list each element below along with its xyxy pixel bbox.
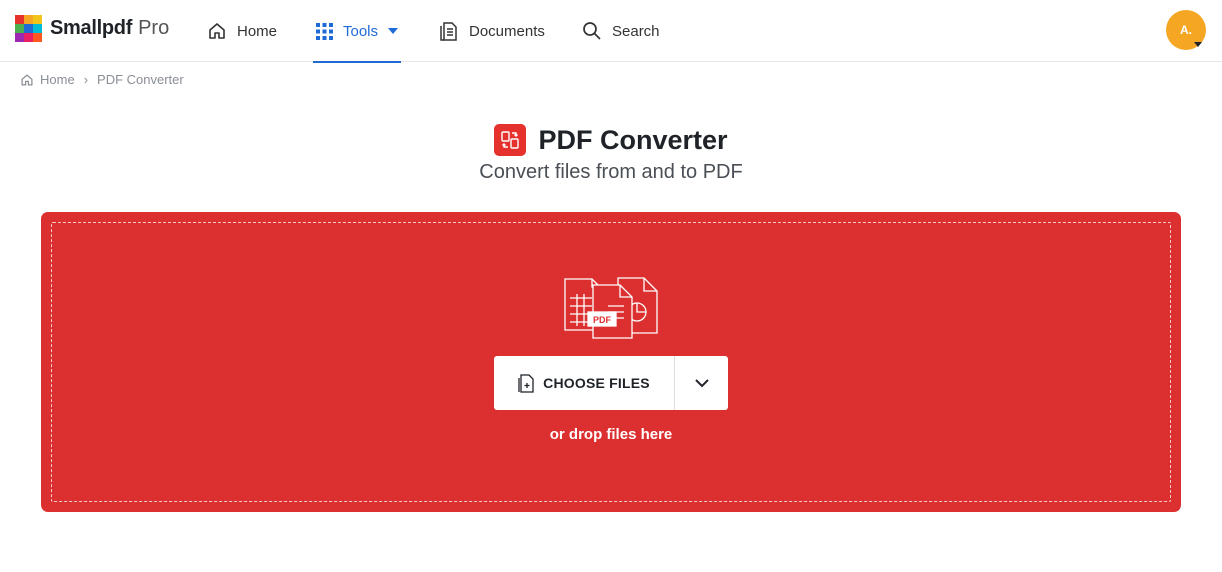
pdf-badge-label: PDF bbox=[593, 315, 611, 325]
file-dropzone[interactable]: PDF CHOOSE FILES or drop files here bbox=[41, 212, 1181, 512]
choose-files-button[interactable]: CHOOSE FILES bbox=[494, 356, 674, 410]
search-icon bbox=[583, 22, 601, 40]
active-tab-indicator bbox=[313, 61, 401, 63]
breadcrumb-separator: › bbox=[83, 72, 89, 87]
brand-name: Smallpdf bbox=[50, 17, 133, 39]
top-navbar: Smallpdf Pro Home Tools Documents Search bbox=[0, 0, 1222, 63]
caret-down-icon bbox=[388, 28, 399, 34]
choose-files-group: CHOOSE FILES bbox=[494, 356, 728, 410]
nav-home[interactable]: Home bbox=[207, 0, 277, 62]
breadcrumb-home-link[interactable]: Home bbox=[40, 72, 75, 87]
nav-search-label: Search bbox=[612, 22, 660, 40]
breadcrumb: Home › PDF Converter bbox=[20, 72, 184, 87]
files-illustration-icon bbox=[564, 277, 658, 339]
choose-source-dropdown[interactable] bbox=[675, 356, 728, 410]
page-title: PDF Converter bbox=[538, 124, 728, 155]
home-icon bbox=[209, 23, 225, 39]
nav-home-label: Home bbox=[237, 22, 278, 40]
user-avatar[interactable]: A. bbox=[1166, 10, 1206, 50]
grid-icon bbox=[316, 22, 333, 40]
nav-tools[interactable]: Tools bbox=[313, 0, 401, 63]
file-add-icon bbox=[518, 373, 534, 393]
nav-documents-label: Documents bbox=[469, 22, 545, 40]
page-subtitle: Convert files from and to PDF bbox=[479, 161, 743, 183]
chevron-down-icon bbox=[694, 378, 709, 387]
logo-mark-icon bbox=[15, 15, 42, 42]
convert-icon bbox=[494, 124, 527, 156]
avatar-caret-icon bbox=[1194, 42, 1202, 47]
home-icon bbox=[21, 73, 33, 86]
avatar-initials: A. bbox=[1180, 23, 1192, 37]
choose-files-label: CHOOSE FILES bbox=[543, 375, 650, 391]
smallpdf-logo[interactable]: Smallpdf Pro bbox=[15, 15, 169, 42]
nav-search[interactable]: Search bbox=[582, 0, 660, 62]
drop-files-hint: or drop files here bbox=[549, 426, 673, 443]
documents-icon bbox=[440, 21, 457, 41]
breadcrumb-current: PDF Converter bbox=[97, 72, 184, 87]
brand-tier: Pro bbox=[138, 17, 170, 39]
nav-tools-label: Tools bbox=[343, 22, 379, 40]
nav-documents[interactable]: Documents bbox=[438, 0, 545, 62]
page-heading: PDF Converter bbox=[0, 124, 1222, 156]
